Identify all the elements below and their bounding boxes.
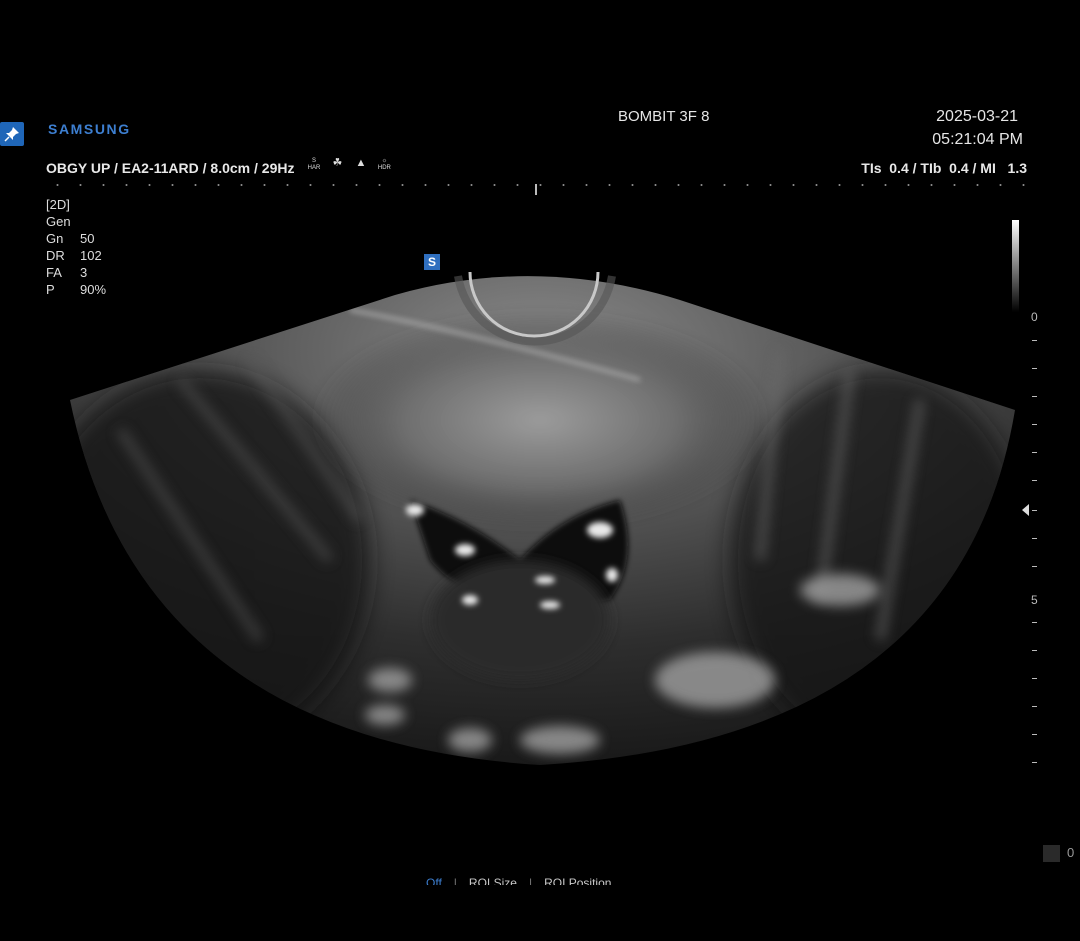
clear-icon: ☘: [332, 157, 343, 169]
indicator-square: [1043, 845, 1060, 862]
site-label: BOMBIT 3F 8: [618, 108, 710, 125]
date-label: 2025-03-21: [936, 108, 1018, 125]
freq-label: Gen: [46, 214, 71, 229]
setting-power: P 90%: [46, 282, 107, 297]
image-settings-panel: [2D] Gen Gn 50 DR 102 FA 3 P 90%: [46, 196, 106, 298]
brand-logo: SAMSUNG: [48, 121, 131, 137]
mv-icon: ▲: [355, 157, 367, 169]
indicator-value: 0: [1067, 845, 1075, 860]
focus-position-marker: [535, 184, 537, 195]
s-har-icon: S HAR: [307, 158, 321, 171]
mode-label: [2D]: [46, 197, 70, 212]
depth-label-5: 5: [1031, 593, 1038, 607]
ultrasound-image[interactable]: [0, 0, 1080, 941]
thermal-mechanical-indices: TIs 0.4 / TIb 0.4 / MI 1.3: [861, 160, 1027, 176]
hdr-icon: ☼ HDR: [377, 158, 391, 171]
setting-dynamic-range: DR 102: [46, 248, 102, 263]
setting-frame-average: FA 3: [46, 265, 88, 280]
scan-parameters: OBGY UP / EA2-11ARD / 8.0cm / 29Hz: [46, 160, 295, 176]
softkey-roi-size[interactable]: ROI Size: [469, 876, 517, 885]
softkey-roi-position[interactable]: ROI Position: [544, 876, 611, 885]
time-label: 05:21:04 PM: [932, 131, 1023, 148]
setting-gain: Gn 50: [46, 231, 95, 246]
depth-label-0: 0: [1031, 310, 1038, 324]
depth-scale: 0 5: [1026, 310, 1056, 782]
grayscale-bar: [1012, 220, 1019, 312]
softkey-bar: Off | ROI Size | ROI Position: [426, 876, 611, 885]
imaging-mode-icons: S HAR ☘ ▲ ☼ HDR: [307, 158, 396, 176]
pin-icon[interactable]: [0, 122, 24, 146]
focus-arrow-icon[interactable]: [1022, 504, 1029, 516]
softkey-off[interactable]: Off: [426, 876, 442, 885]
orientation-marker: S: [424, 254, 440, 270]
